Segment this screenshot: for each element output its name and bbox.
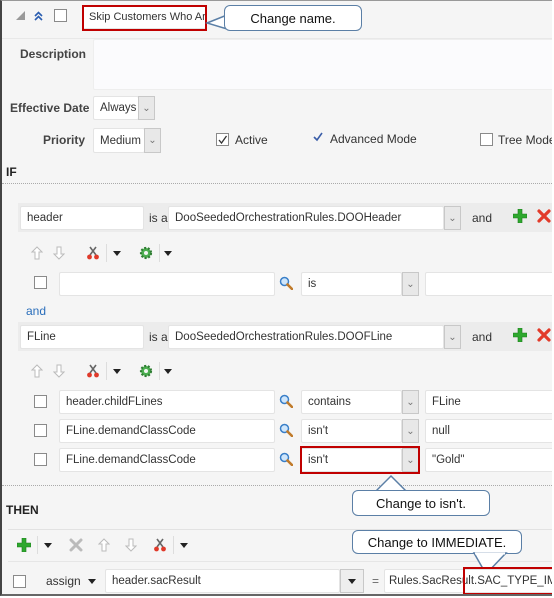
add-action-dropdown-icon[interactable] <box>43 540 53 550</box>
search-icon[interactable] <box>278 422 294 438</box>
equals-sign: = <box>372 574 380 588</box>
value-highlight <box>463 567 552 594</box>
delete-icon[interactable] <box>536 327 552 343</box>
cut-icon[interactable] <box>152 537 168 553</box>
toolbar-separator <box>37 536 38 554</box>
condition-right-input[interactable]: null <box>425 419 552 443</box>
is-a-label: is a <box>149 211 168 225</box>
if-section-title: IF <box>6 165 17 179</box>
toolbar-separator <box>159 244 160 262</box>
condition-operator-dropdown-button[interactable]: ⌄ <box>402 419 419 443</box>
condition-left-input[interactable]: FLine.demandClassCode <box>59 448 275 472</box>
conjunction-label[interactable]: and <box>472 211 492 225</box>
cut-icon[interactable] <box>85 363 101 379</box>
pattern-variable-input[interactable]: header <box>20 206 144 230</box>
condition-left-input[interactable]: header.childFLines <box>59 390 275 414</box>
condition-left-input[interactable]: FLine.demandClassCode <box>59 419 275 443</box>
add-icon[interactable] <box>512 327 528 343</box>
rule-editor: Skip Customers Who Ar Change name. Descr… <box>0 0 552 596</box>
tree-mode-label: Tree Mode <box>498 133 552 147</box>
and-link[interactable]: and <box>26 304 46 318</box>
cut-menu-dropdown-icon[interactable] <box>179 540 189 550</box>
description-label: Description <box>20 47 87 61</box>
active-checkbox[interactable] <box>216 133 229 146</box>
condition-operator-dropdown-button[interactable]: ⌄ <box>402 272 419 296</box>
advanced-mode-label: Advanced Mode <box>330 132 417 146</box>
action-verb-menu[interactable]: assign <box>46 574 97 588</box>
conjunction-label[interactable]: and <box>472 330 492 344</box>
cut-icon[interactable] <box>85 245 101 261</box>
action-verb-dropdown-icon[interactable] <box>88 579 97 585</box>
pattern-variable-input[interactable]: FLine <box>20 325 144 349</box>
description-input[interactable] <box>93 39 552 90</box>
pattern-type-select[interactable]: DooSeededOrchestrationRules.DOOFLine <box>168 325 444 349</box>
rule-name-highlight <box>82 5 207 31</box>
tree-mode-checkbox[interactable] <box>480 133 493 146</box>
condition-right-input[interactable]: "Gold" <box>425 448 552 472</box>
search-icon[interactable] <box>278 451 294 467</box>
effective-date-label: Effective Date <box>10 101 90 115</box>
condition-operator-select[interactable]: isn't <box>301 419 402 443</box>
callout-change-value: Change to IMMEDIATE. <box>352 530 522 554</box>
move-down-icon[interactable] <box>52 245 66 261</box>
condition-checkbox[interactable] <box>34 395 47 408</box>
search-icon[interactable] <box>278 393 294 409</box>
condition-operator-select[interactable]: is <box>301 272 402 296</box>
settings-menu-dropdown-icon[interactable] <box>163 248 173 258</box>
toolbar-separator <box>173 536 174 554</box>
collapse-triangle-icon[interactable] <box>14 9 26 21</box>
settings-gear-icon[interactable] <box>138 363 154 379</box>
toolbar-separator <box>159 362 160 380</box>
priority-label: Priority <box>43 133 86 147</box>
settings-menu-dropdown-icon[interactable] <box>163 366 173 376</box>
search-icon[interactable] <box>278 275 294 291</box>
move-up-icon[interactable] <box>97 537 111 553</box>
active-label: Active <box>235 133 268 147</box>
delete-action-icon[interactable] <box>68 537 84 553</box>
pattern-type-select[interactable]: DooSeededOrchestrationRules.DOOHeader <box>168 206 444 230</box>
priority-select[interactable]: Medium <box>93 128 145 153</box>
move-down-icon[interactable] <box>52 363 66 379</box>
condition-operator-dropdown-button[interactable]: ⌄ <box>402 390 419 414</box>
pattern-type-dropdown-button[interactable]: ⌄ <box>444 325 461 349</box>
add-icon[interactable] <box>512 208 528 224</box>
delete-icon[interactable] <box>536 208 552 224</box>
pattern-type-dropdown-button[interactable]: ⌄ <box>444 206 461 230</box>
double-chevron-up-icon[interactable] <box>32 9 44 23</box>
then-divider <box>2 485 552 486</box>
callout-change-operator: Change to isn't. <box>352 490 490 516</box>
move-down-icon[interactable] <box>124 537 138 553</box>
is-a-label: is a <box>149 330 168 344</box>
condition-checkbox[interactable] <box>34 424 47 437</box>
cut-menu-dropdown-icon[interactable] <box>112 248 122 258</box>
cut-menu-dropdown-icon[interactable] <box>112 366 122 376</box>
add-action-icon[interactable] <box>16 537 32 553</box>
condition-right-input[interactable] <box>425 272 552 296</box>
effective-date-select[interactable]: Always <box>93 96 139 120</box>
priority-dropdown-button[interactable]: ⌄ <box>144 128 161 153</box>
action-target-input[interactable]: header.sacResult <box>105 569 340 593</box>
condition-left-input[interactable] <box>59 272 275 296</box>
callout-change-name: Change name. <box>224 5 362 31</box>
action-target-dropdown-button[interactable] <box>340 569 364 593</box>
condition-operator-select[interactable]: contains <box>301 390 402 414</box>
rule-select-checkbox[interactable] <box>54 9 67 22</box>
checkmark-icon[interactable] <box>312 131 324 143</box>
then-section-title: THEN <box>6 503 39 517</box>
if-divider <box>2 183 552 184</box>
settings-gear-icon[interactable] <box>138 245 154 261</box>
condition-right-input[interactable]: FLine <box>425 390 552 414</box>
toolbar-separator <box>106 244 107 262</box>
operator-highlight <box>300 446 420 474</box>
effective-date-dropdown-button[interactable]: ⌄ <box>138 96 155 120</box>
condition-checkbox[interactable] <box>34 453 47 466</box>
move-up-icon[interactable] <box>30 363 44 379</box>
condition-checkbox[interactable] <box>34 276 47 289</box>
action-checkbox[interactable] <box>13 575 26 588</box>
move-up-icon[interactable] <box>30 245 44 261</box>
toolbar-separator <box>106 362 107 380</box>
